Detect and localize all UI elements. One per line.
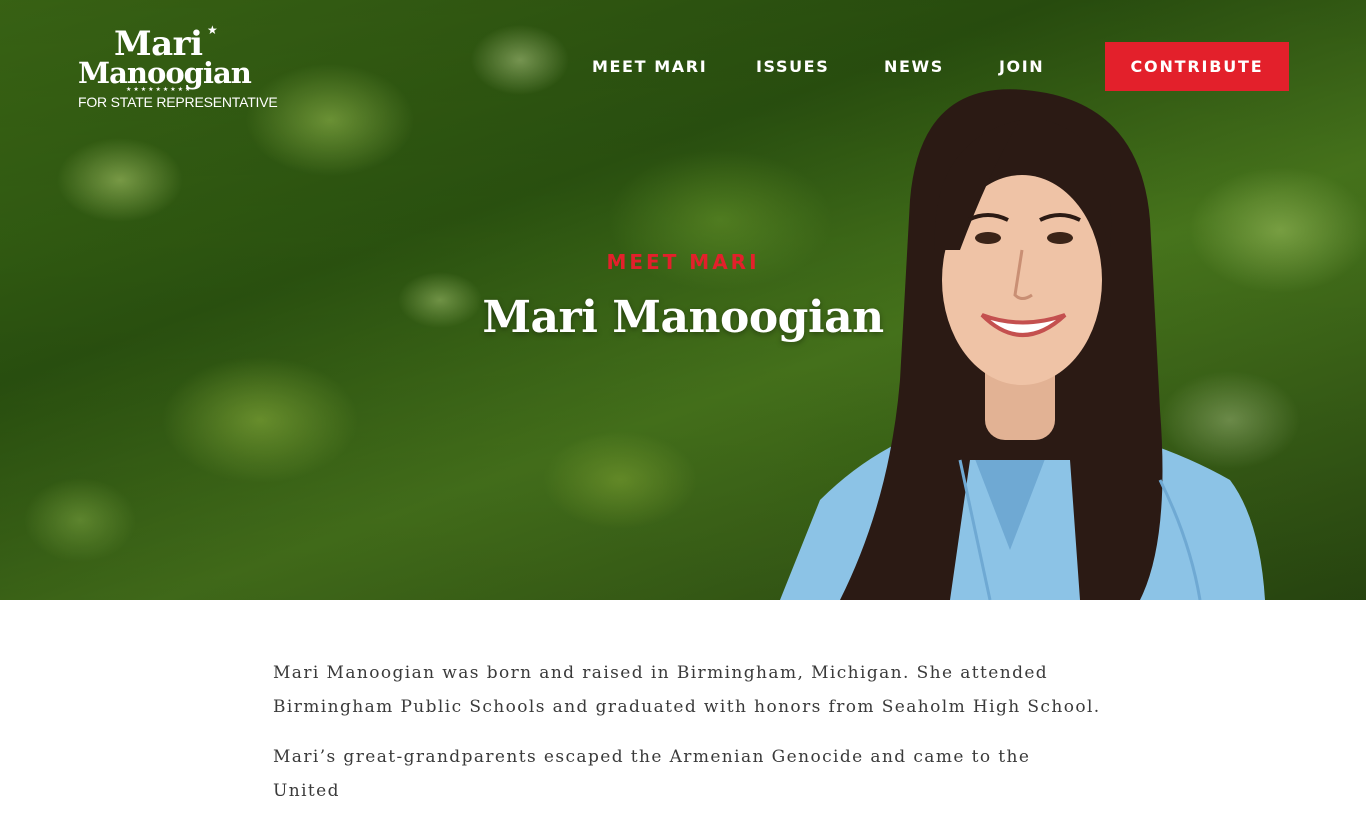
contribute-button[interactable]: CONTRIBUTE bbox=[1105, 42, 1289, 91]
bio-content: Mari Manoogian was born and raised in Bi… bbox=[273, 656, 1103, 824]
hero-banner: Mari ★ Manoogian ★★★★★★★★★ FOR STATE REP… bbox=[0, 0, 1366, 600]
nav-join[interactable]: JOIN bbox=[999, 42, 1044, 91]
nav-issues[interactable]: ISSUES bbox=[756, 42, 829, 91]
nav-meet-mari[interactable]: MEET MARI bbox=[592, 42, 707, 91]
campaign-logo[interactable]: Mari ★ Manoogian ★★★★★★★★★ FOR STATE REP… bbox=[78, 23, 278, 116]
logo-stars-icon: ★★★★★★★★★ bbox=[126, 86, 193, 93]
bio-paragraph: Mari’s great-grandparents escaped the Ar… bbox=[273, 747, 1031, 801]
hero-kicker: MEET MARI bbox=[606, 250, 760, 274]
nav-news[interactable]: NEWS bbox=[884, 42, 944, 91]
logo-last-name: Manoogian bbox=[78, 56, 252, 90]
logo-star-icon: ★ bbox=[207, 23, 218, 37]
logo-tagline: FOR STATE REPRESENTATIVE bbox=[78, 94, 278, 110]
page-title: Mari Manoogian bbox=[482, 292, 884, 343]
bio-paragraph: Mari Manoogian was born and raised in Bi… bbox=[273, 663, 1101, 717]
